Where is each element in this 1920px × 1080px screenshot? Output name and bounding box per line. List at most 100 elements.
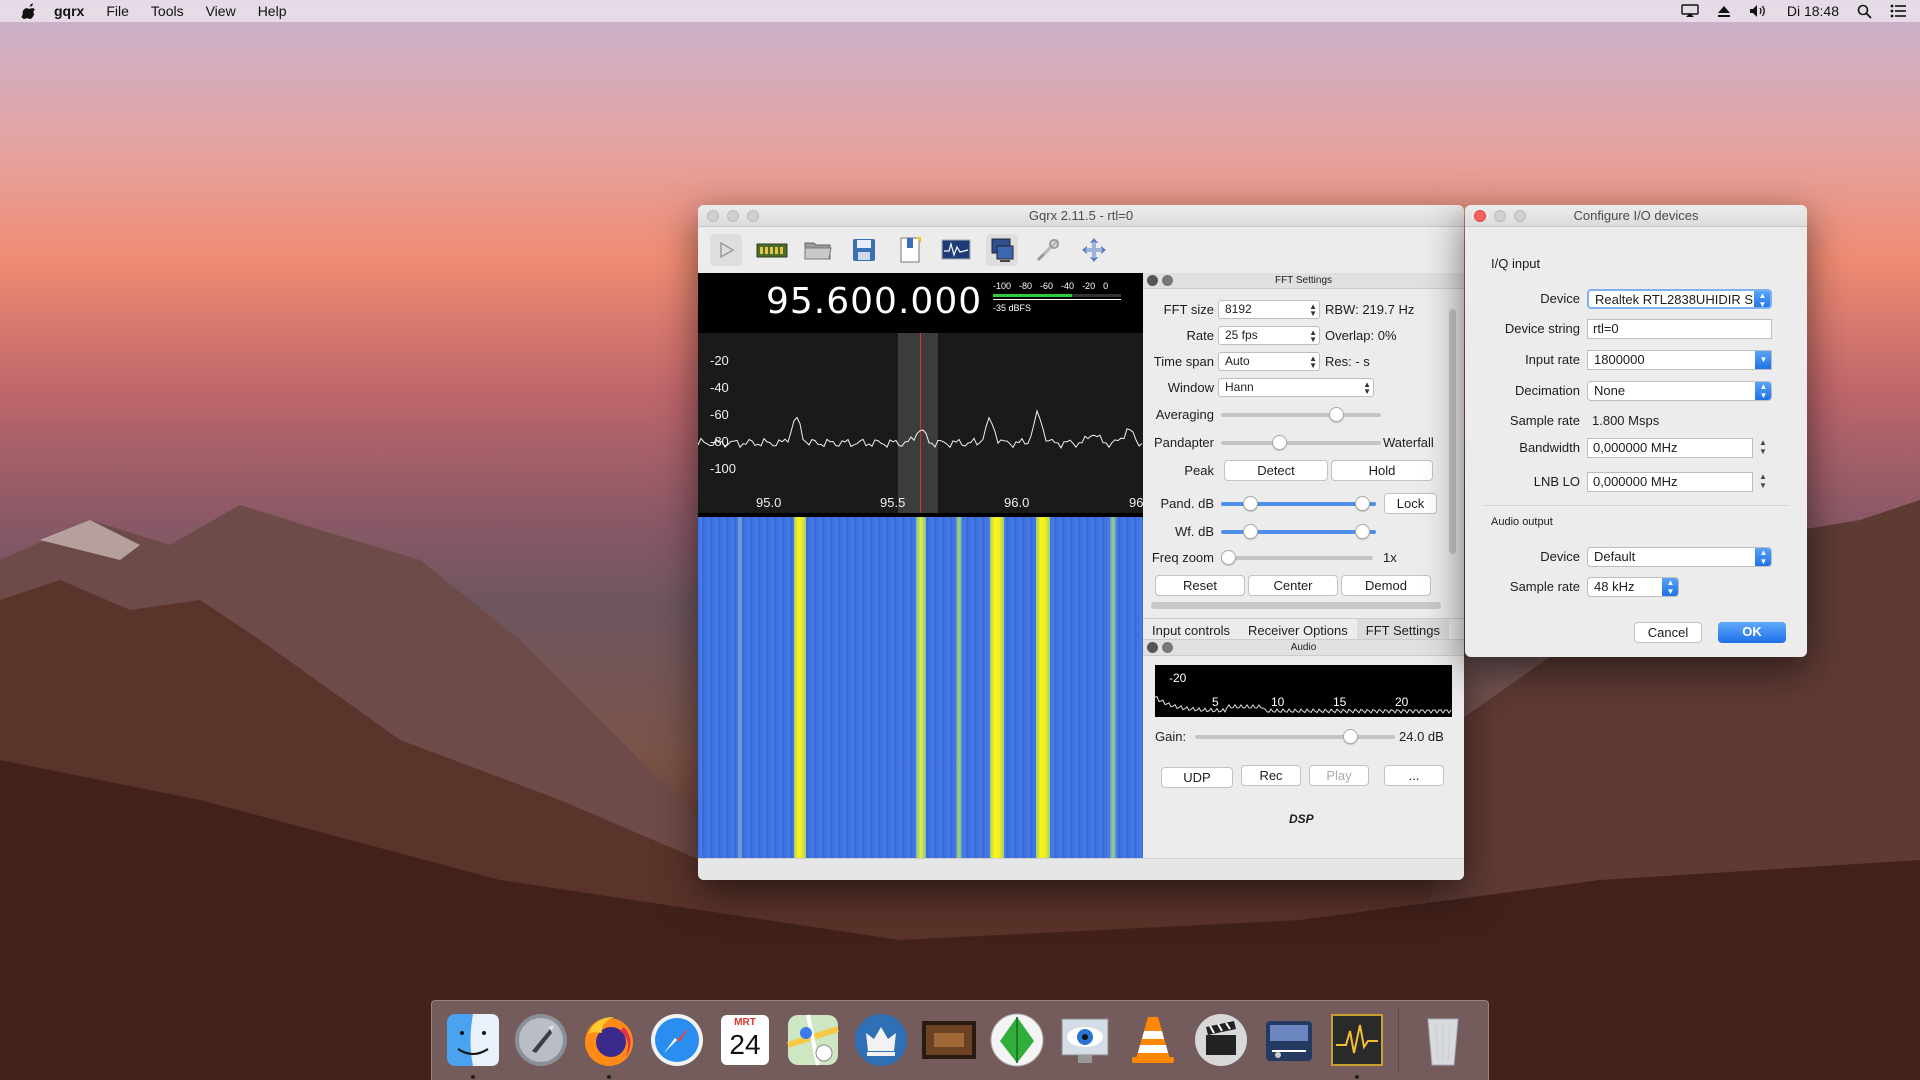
- input-rate-label: Input rate: [1525, 352, 1580, 367]
- tab-receiver-options[interactable]: Receiver Options: [1239, 619, 1357, 639]
- open-button[interactable]: [802, 234, 834, 266]
- pandapter-plot[interactable]: -20 -40 -60 -80 -100 95.0 95.5 96.0 96: [698, 333, 1143, 513]
- network-button[interactable]: [986, 234, 1018, 266]
- firefox-app[interactable]: [580, 1011, 638, 1069]
- preview-app[interactable]: [1056, 1011, 1114, 1069]
- minimize-window-button[interactable]: [727, 210, 739, 222]
- bookmark-button[interactable]: [894, 234, 926, 266]
- decimation-select[interactable]: None ▲ ▼: [1587, 381, 1772, 401]
- radio-app[interactable]: [1260, 1011, 1318, 1069]
- wf-db-max-knob[interactable]: [1355, 524, 1370, 539]
- horizontal-scrollbar[interactable]: [1151, 602, 1441, 609]
- lnb-lo-stepper-icon[interactable]: ▲ ▼: [1758, 472, 1768, 492]
- menu-app-name[interactable]: gqrx: [54, 3, 84, 19]
- finder-app[interactable]: [444, 1011, 502, 1069]
- menu-view[interactable]: View: [206, 3, 236, 19]
- apple-icon[interactable]: [18, 3, 38, 19]
- hardware-button[interactable]: [756, 234, 788, 266]
- frequency-display[interactable]: 95.600.000: [766, 281, 982, 322]
- device-string-input[interactable]: rtl=0: [1587, 319, 1772, 339]
- tab-input-controls[interactable]: Input controls: [1143, 619, 1239, 639]
- maps-app[interactable]: [784, 1011, 842, 1069]
- pand-db-max-knob[interactable]: [1355, 496, 1370, 511]
- lnb-lo-input[interactable]: 0,000000 MHz: [1587, 472, 1753, 492]
- bandwidth-stepper-icon[interactable]: ▲ ▼: [1758, 438, 1768, 458]
- hardware-icon: [756, 243, 788, 258]
- bandwidth-input[interactable]: 0,000000 MHz: [1587, 438, 1753, 458]
- launchpad-app[interactable]: [512, 1011, 570, 1069]
- pand-db-min-knob[interactable]: [1243, 496, 1258, 511]
- rate-select[interactable]: 25 fps ▲ ▼: [1218, 326, 1320, 345]
- play-button[interactable]: [710, 234, 742, 266]
- lock-button[interactable]: Lock: [1384, 493, 1437, 514]
- spectrum-panel[interactable]: 95.600.000 -100 -80 -60 -40 -20 0 -35 dB…: [698, 273, 1143, 858]
- vertical-scrollbar[interactable]: [1449, 309, 1456, 554]
- trash-app[interactable]: [1414, 1011, 1472, 1069]
- menubar-clock[interactable]: Di 18:48: [1787, 3, 1839, 19]
- chess-app[interactable]: [852, 1011, 910, 1069]
- zoom-window-button[interactable]: [1514, 210, 1526, 222]
- movie-app[interactable]: [920, 1011, 978, 1069]
- dock-close-icon[interactable]: [1147, 275, 1158, 286]
- close-window-button[interactable]: [1474, 210, 1486, 222]
- cancel-button[interactable]: Cancel: [1634, 622, 1702, 643]
- waterfall-display[interactable]: [698, 517, 1143, 858]
- sdr-app[interactable]: [988, 1011, 1046, 1069]
- config-titlebar[interactable]: Configure I/O devices: [1465, 205, 1807, 227]
- freq-zoom-slider[interactable]: [1221, 556, 1373, 560]
- tab-fft-settings[interactable]: FFT Settings: [1356, 619, 1449, 639]
- eject-icon[interactable]: [1717, 4, 1731, 18]
- device-select[interactable]: Realtek RTL2838UHIDIR S ▲ ▼: [1587, 289, 1772, 309]
- audio-sample-rate-select[interactable]: 48 kHz ▲ ▼: [1587, 577, 1679, 597]
- minimize-window-button[interactable]: [1494, 210, 1506, 222]
- dock-float-icon[interactable]: [1162, 642, 1173, 653]
- spotlight-search-icon[interactable]: [1857, 4, 1872, 19]
- menu-file[interactable]: File: [106, 3, 129, 19]
- input-rate-combo[interactable]: 1800000 ▼: [1587, 350, 1772, 370]
- fft-size-select[interactable]: 8192 ▲ ▼: [1218, 300, 1320, 319]
- volume-icon[interactable]: [1749, 4, 1769, 18]
- close-window-button[interactable]: [707, 210, 719, 222]
- audio-options-button[interactable]: ...: [1384, 765, 1444, 786]
- waveform-button[interactable]: [940, 234, 972, 266]
- timespan-select[interactable]: Auto ▲ ▼: [1218, 352, 1320, 371]
- stepper-arrows-icon: ▲ ▼: [1363, 380, 1371, 396]
- tools-button[interactable]: [1032, 234, 1064, 266]
- gain-slider[interactable]: [1195, 735, 1395, 739]
- fullscreen-button[interactable]: [1078, 234, 1110, 266]
- demod-button[interactable]: Demod: [1341, 575, 1431, 596]
- averaging-slider-knob[interactable]: [1329, 407, 1344, 422]
- vlc-icon: [1132, 1017, 1174, 1063]
- ok-button[interactable]: OK: [1718, 622, 1786, 643]
- zoom-window-button[interactable]: [747, 210, 759, 222]
- notification-center-icon[interactable]: [1890, 4, 1906, 18]
- gain-slider-knob[interactable]: [1343, 729, 1358, 744]
- save-button[interactable]: [848, 234, 880, 266]
- audio-spectrum[interactable]: -20 5 10 15 20: [1155, 665, 1452, 717]
- pandapter-waterfall-slider[interactable]: [1221, 441, 1381, 445]
- gqrx-titlebar[interactable]: Gqrx 2.11.5 - rtl=0: [698, 205, 1464, 227]
- peak-hold-button[interactable]: Hold: [1331, 460, 1433, 481]
- reset-button[interactable]: Reset: [1155, 575, 1245, 596]
- play-audio-button[interactable]: Play: [1309, 765, 1369, 786]
- gqrx-app[interactable]: [1328, 1011, 1386, 1069]
- averaging-slider[interactable]: [1221, 413, 1381, 417]
- center-button[interactable]: Center: [1248, 575, 1338, 596]
- rec-button[interactable]: Rec: [1241, 765, 1301, 786]
- menu-help[interactable]: Help: [258, 3, 287, 19]
- audio-device-select[interactable]: Default ▲ ▼: [1587, 547, 1772, 567]
- screen-mirror-icon[interactable]: [1681, 4, 1699, 18]
- udp-button[interactable]: UDP: [1161, 767, 1233, 788]
- peak-detect-button[interactable]: Detect: [1224, 460, 1328, 481]
- calendar-app[interactable]: MRT 24: [716, 1011, 774, 1069]
- dock-close-icon[interactable]: [1147, 642, 1158, 653]
- wf-db-min-knob[interactable]: [1243, 524, 1258, 539]
- pandapter-slider-knob[interactable]: [1272, 435, 1287, 450]
- dock-float-icon[interactable]: [1162, 275, 1173, 286]
- freq-zoom-knob[interactable]: [1221, 550, 1236, 565]
- safari-app[interactable]: [648, 1011, 706, 1069]
- clapper-app[interactable]: [1192, 1011, 1250, 1069]
- window-select[interactable]: Hann ▲ ▼: [1218, 378, 1374, 397]
- menu-tools[interactable]: Tools: [151, 3, 184, 19]
- vlc-app[interactable]: [1124, 1011, 1182, 1069]
